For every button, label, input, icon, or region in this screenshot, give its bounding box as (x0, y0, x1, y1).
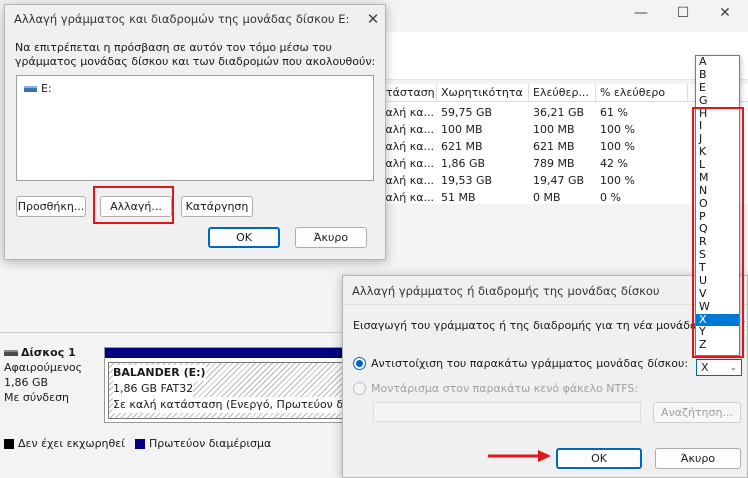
table-row[interactable]: καλή κα... 51 MB 0 MB 0 % (375, 189, 695, 206)
disk-type: Αφαιρούμενος (4, 361, 83, 374)
radio-selected-icon (353, 357, 366, 370)
column-header[interactable]: Ελεύθερ... (529, 84, 596, 101)
list-item-label: E: (41, 82, 52, 95)
dropdown-option[interactable]: G (696, 94, 739, 108)
table-cell: 36,21 GB (533, 106, 585, 119)
dropdown-option[interactable]: E (696, 81, 739, 95)
disk-label[interactable]: Δίσκος 1 Αφαιρούμενος 1,86 GB Με σύνδεση (4, 345, 104, 405)
disk-icon (4, 349, 18, 356)
chevron-down-icon: ⌄ (729, 362, 737, 373)
cancel-button[interactable]: Άκυρο (655, 448, 741, 469)
table-row[interactable]: καλή κα... 1,86 GB 789 MB 42 % (375, 155, 695, 172)
radio-label: Αντιστοίχιση του παρακάτω γράμματος μονά… (371, 357, 689, 370)
legend-label: Δεν έχει εκχωρηθεί (18, 437, 125, 450)
disk-title: Δίσκος 1 (21, 346, 76, 359)
partition-color-bar (105, 348, 347, 358)
divider (343, 304, 747, 305)
drive-letter-path-dialog: Αλλαγή γράμματος ή διαδρομής της μονάδας… (342, 275, 748, 478)
remove-button[interactable]: Κατάργηση (181, 196, 253, 217)
partition-name: BALANDER (E:) (113, 365, 206, 381)
volume-table-header: στάσταση Χωρητικότητα Ελεύθερ... % ελεύθ… (375, 84, 748, 102)
disk-size: 1,86 GB (4, 376, 49, 389)
minimize-icon[interactable]: — (620, 0, 662, 26)
dialog-title: Αλλαγή γράμματος και διαδρομών της μονάδ… (14, 12, 354, 26)
table-cell: 51 MB (441, 191, 476, 204)
drive-letter-select[interactable]: X ⌄ (696, 359, 742, 376)
legend-swatch-primary (134, 438, 145, 449)
table-cell: 100 % (600, 174, 635, 187)
legend-label: Πρωτεύον διαμέρισμα (148, 437, 272, 450)
ok-button[interactable]: OK (556, 448, 642, 469)
drive-icon (24, 85, 37, 92)
column-header[interactable]: % ελεύθερο (596, 84, 688, 101)
radio-label: Μοντάρισμα στον παρακάτω κενό φάκελο NTF… (371, 382, 639, 395)
table-cell: 19,53 GB (441, 174, 493, 187)
cancel-button[interactable]: Άκυρο (295, 227, 367, 248)
browse-button[interactable]: Αναζήτηση... (653, 402, 741, 423)
dropdown-option[interactable]: B (696, 68, 739, 82)
partition-size: 1,86 GB FAT32 (113, 381, 194, 397)
dropdown-option[interactable]: A (696, 55, 739, 69)
radio-unselected-icon (353, 382, 366, 395)
table-cell: 100 % (600, 140, 635, 153)
arrow-right-icon (488, 450, 551, 462)
table-row[interactable]: καλή κα... 621 MB 621 MB 100 % (375, 138, 695, 155)
toolbar-area (380, 32, 748, 80)
table-cell: 0 MB (533, 191, 561, 204)
partition-block[interactable]: BALANDER (E:) 1,86 GB FAT32 Σε καλή κατά… (104, 347, 404, 423)
assign-letter-radio[interactable]: Αντιστοίχιση του παρακάτω γράμματος μονά… (353, 357, 688, 370)
selected-letter: X (701, 361, 709, 374)
maximize-icon[interactable]: ☐ (662, 0, 704, 26)
table-cell: 42 % (600, 157, 628, 170)
table-cell: 1,86 GB (441, 157, 486, 170)
dialog-description: Να επιτρέπεται η πρόσβαση σε αυτόν τον τ… (15, 41, 376, 68)
dialog-title: Αλλαγή γράμματος ή διαδρομής της μονάδας… (352, 284, 660, 298)
close-icon[interactable]: ✕ (363, 9, 383, 29)
table-cell: 61 % (600, 106, 628, 119)
change-drive-letter-dialog: Αλλαγή γράμματος και διαδρομών της μονάδ… (4, 4, 386, 260)
table-cell: 100 % (600, 123, 635, 136)
table-cell: 100 MB (533, 123, 575, 136)
legend: Δεν έχει εκχωρηθεί Πρωτεύον διαμέρισμα (4, 437, 271, 450)
change-button-highlight (93, 186, 174, 224)
table-cell: 19,47 GB (533, 174, 585, 187)
letter-list-highlight (692, 107, 744, 358)
ok-button[interactable]: OK (208, 227, 280, 248)
table-cell: 621 MB (441, 140, 483, 153)
drive-paths-list[interactable]: E: (16, 75, 374, 181)
dialog-description: Εισαγωγή του γράμματος ή της διαδρομής γ… (353, 319, 745, 332)
table-cell: 621 MB (533, 140, 575, 153)
close-window-icon[interactable]: ✕ (704, 0, 746, 26)
table-row[interactable]: καλή κα... 19,53 GB 19,47 GB 100 % (375, 172, 695, 189)
legend-swatch-unallocated (4, 438, 14, 449)
mount-folder-radio[interactable]: Μοντάρισμα στον παρακάτω κενό φάκελο NTF… (353, 382, 638, 395)
table-cell: 59,75 GB (441, 106, 493, 119)
list-item[interactable]: E: (24, 82, 52, 95)
folder-path-input[interactable] (373, 402, 641, 422)
table-cell: 789 MB (533, 157, 575, 170)
table-row[interactable]: καλή κα... 59,75 GB 36,21 GB 61 % (375, 104, 695, 121)
column-header[interactable]: Χωρητικότητα (437, 84, 529, 101)
window-controls: — ☐ ✕ (620, 0, 746, 26)
table-cell: 100 MB (441, 123, 483, 136)
table-cell: 0 % (600, 191, 621, 204)
disk-status: Με σύνδεση (4, 391, 70, 404)
table-row[interactable]: καλή κα... 100 MB 100 MB 100 % (375, 121, 695, 138)
add-button[interactable]: Προσθήκη... (16, 196, 86, 217)
